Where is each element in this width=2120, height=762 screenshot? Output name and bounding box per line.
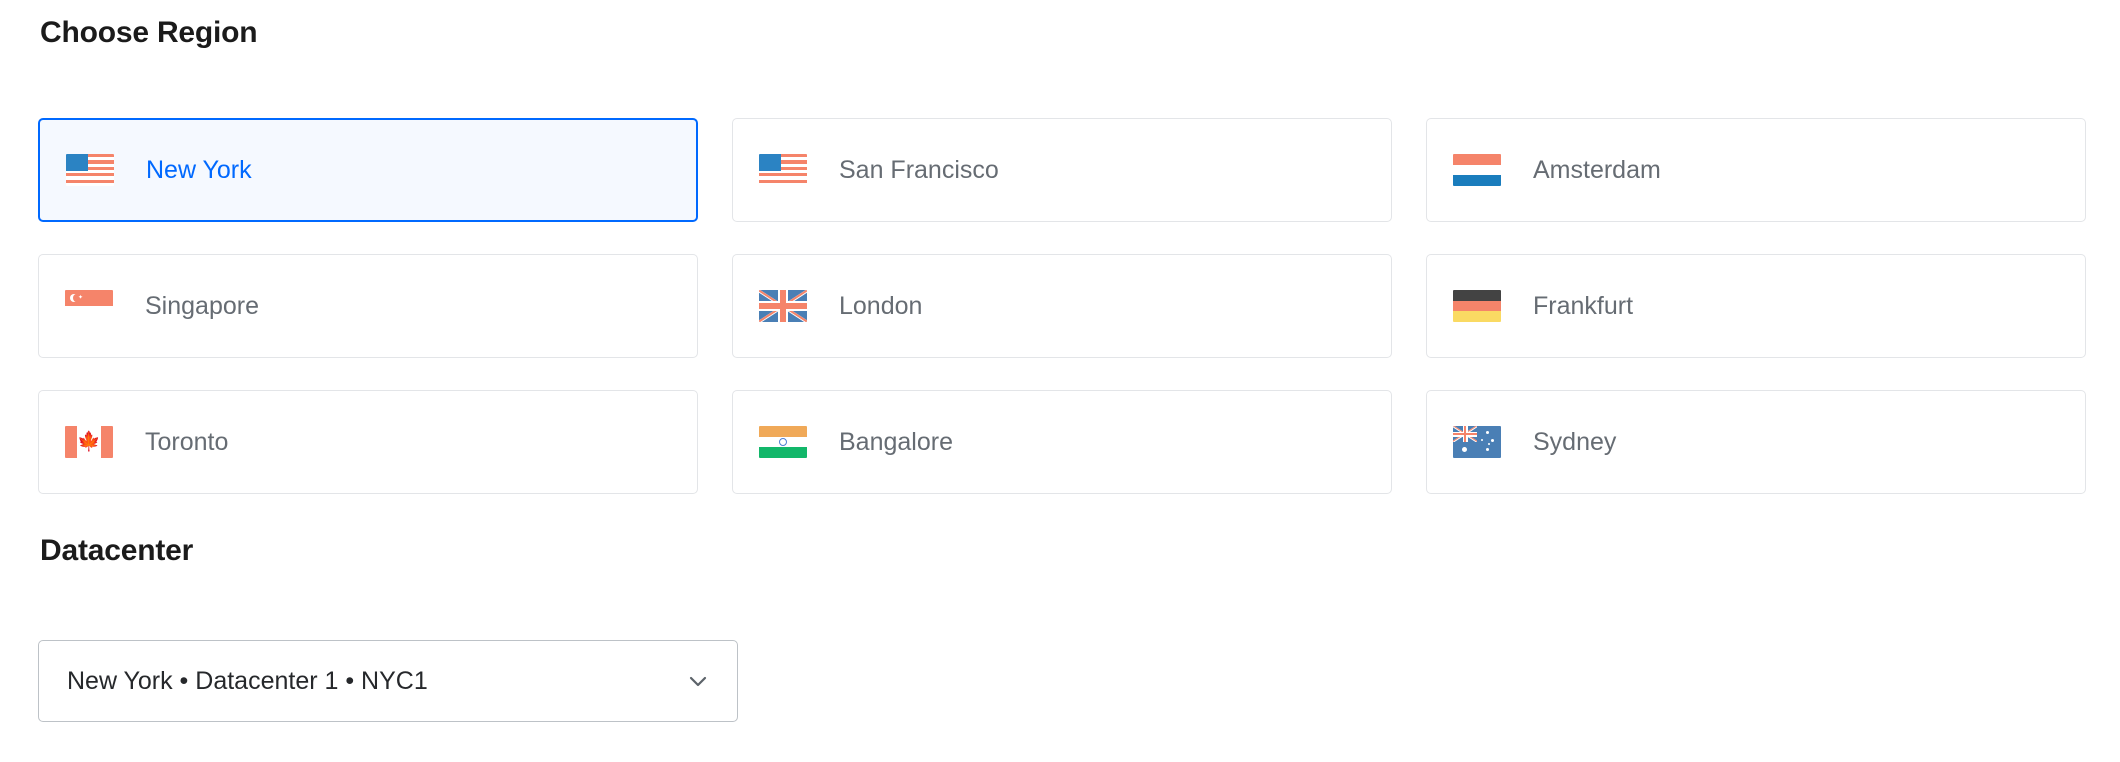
region-card-sydney[interactable]: Sydney <box>1426 390 2086 494</box>
in-flag-icon <box>759 426 807 458</box>
region-card-label: London <box>839 291 923 320</box>
au-flag-icon <box>1453 426 1501 458</box>
datacenter-select[interactable]: New York • Datacenter 1 • NYC1 <box>38 640 738 722</box>
datacenter-section-title: Datacenter <box>40 534 194 567</box>
region-card-london[interactable]: London <box>732 254 1392 358</box>
datacenter-select-value: New York • Datacenter 1 • NYC1 <box>67 666 428 695</box>
ca-flag-icon: 🍁 <box>65 426 113 458</box>
region-card-label: Singapore <box>145 291 259 320</box>
gb-flag-icon <box>759 290 807 322</box>
region-card-label: San Francisco <box>839 155 999 184</box>
region-card-san-francisco[interactable]: San Francisco <box>732 118 1392 222</box>
region-card-label: Amsterdam <box>1533 155 1661 184</box>
region-card-label: Toronto <box>145 427 229 456</box>
region-card-new-york[interactable]: New York <box>38 118 698 222</box>
page-title: Choose Region <box>40 16 258 49</box>
region-card-label: Bangalore <box>839 427 953 456</box>
region-card-label: New York <box>146 155 252 184</box>
region-card-frankfurt[interactable]: Frankfurt <box>1426 254 2086 358</box>
region-card-label: Sydney <box>1533 427 1617 456</box>
chevron-down-icon <box>685 668 711 694</box>
nl-flag-icon <box>1453 154 1501 186</box>
us-flag-icon <box>66 154 114 186</box>
de-flag-icon <box>1453 290 1501 322</box>
region-card-toronto[interactable]: 🍁 Toronto <box>38 390 698 494</box>
choose-region-page: Choose Region New York San Francisco Ams… <box>0 0 2120 762</box>
region-card-bangalore[interactable]: Bangalore <box>732 390 1392 494</box>
region-card-amsterdam[interactable]: Amsterdam <box>1426 118 2086 222</box>
region-grid: New York San Francisco Amsterdam ✦ Singa… <box>38 118 2086 494</box>
region-card-label: Frankfurt <box>1533 291 1634 320</box>
sg-flag-icon: ✦ <box>65 290 113 322</box>
region-card-singapore[interactable]: ✦ Singapore <box>38 254 698 358</box>
us-flag-icon <box>759 154 807 186</box>
